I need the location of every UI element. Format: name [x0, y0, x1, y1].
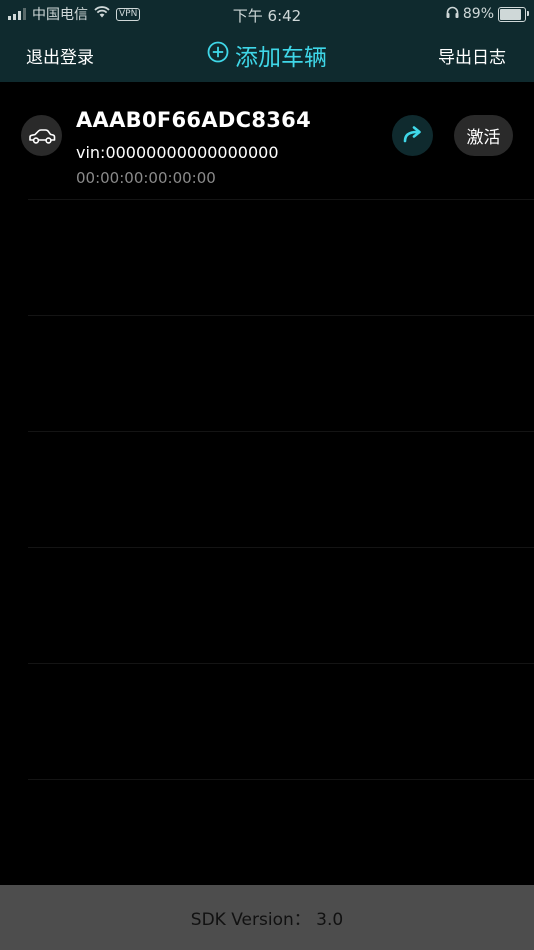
share-arrow-icon	[402, 125, 424, 147]
mac-address: 00:00:00:00:00:00	[76, 169, 216, 187]
vehicle-list: AAAB0F66ADC8364 vin:00000000000000000 00…	[0, 82, 534, 885]
row-divider	[28, 431, 534, 432]
row-divider	[28, 547, 534, 548]
plus-circle-icon	[207, 41, 229, 69]
activate-button[interactable]: 激活	[454, 115, 513, 156]
row-divider	[28, 199, 534, 200]
battery-fill	[500, 8, 522, 20]
row-divider	[28, 779, 534, 780]
status-bar: 中国电信 VPN 下午 6:42 89%	[0, 0, 534, 28]
battery-icon	[498, 6, 529, 22]
list-item[interactable]: AAAB0F66ADC8364 vin:00000000000000000 00…	[0, 82, 534, 199]
row-divider	[28, 663, 534, 664]
headphones-icon	[446, 6, 459, 22]
nav-bar: 退出登录 添加车辆 导出日志	[0, 28, 534, 82]
row-divider	[28, 315, 534, 316]
sdk-version-label: SDK Version： 3.0	[190, 910, 344, 930]
vin-text: vin:00000000000000000	[76, 143, 279, 162]
status-right: 89%	[446, 5, 529, 23]
car-icon	[21, 115, 62, 156]
share-button[interactable]	[392, 115, 433, 156]
add-vehicle-label: 添加车辆	[235, 45, 327, 71]
battery-percent: 89%	[462, 6, 494, 22]
device-id: AAAB0F66ADC8364	[76, 108, 311, 132]
export-log-button[interactable]: 导出日志	[438, 43, 506, 68]
sdk-version-footer: SDK Version： 3.0	[0, 885, 534, 950]
